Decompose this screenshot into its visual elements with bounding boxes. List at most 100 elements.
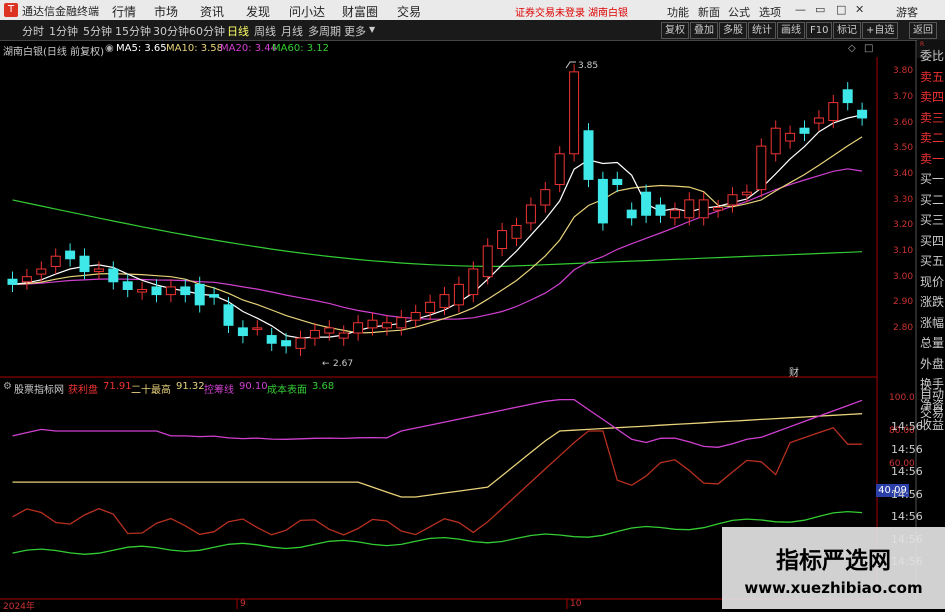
trade-time: 14:56: [891, 420, 923, 433]
candlestick[interactable]: [266, 335, 277, 344]
candlestick[interactable]: [295, 337, 306, 349]
candlestick[interactable]: [425, 301, 436, 314]
indicator-value-kongchouxian: 90.10: [239, 381, 268, 392]
candlestick[interactable]: [439, 294, 450, 308]
candlestick[interactable]: [583, 130, 594, 180]
candlestick[interactable]: [65, 250, 76, 260]
candlestick[interactable]: [597, 178, 608, 224]
candlestick[interactable]: [525, 204, 536, 224]
sidebar-label: 买四: [920, 234, 945, 248]
sidebar-label[interactable]: 交易: [920, 404, 944, 421]
kongchouxian-line: [12, 398, 863, 448]
candlestick[interactable]: [252, 327, 263, 330]
indicator-value-chengben: 3.68: [312, 381, 335, 392]
candlestick[interactable]: [151, 286, 162, 296]
candlestick[interactable]: [50, 255, 61, 267]
price-tick: 3.10: [893, 246, 914, 256]
candlestick[interactable]: [194, 283, 205, 306]
candlestick[interactable]: [237, 327, 248, 337]
indicator-gear-icon[interactable]: ⚙: [3, 381, 12, 392]
trade-time: 14:56: [891, 510, 923, 523]
chart-canvas: 3.85 ← 2.67 财: [0, 40, 917, 609]
candlestick[interactable]: [338, 332, 349, 339]
candlestick[interactable]: [410, 312, 421, 321]
price-tick: 3.70: [893, 92, 914, 102]
candlestick[interactable]: [482, 245, 493, 278]
indicator-label-huolipan: 获利盘: [68, 385, 98, 396]
watermark-banner: 指标严选网 www.xuezhibiao.com: [722, 527, 945, 609]
candlestick[interactable]: [324, 327, 335, 334]
candlestick[interactable]: [353, 322, 364, 334]
candlestick[interactable]: [165, 286, 176, 296]
candlestick[interactable]: [713, 207, 724, 211]
sidebar-label[interactable]: 自动: [920, 385, 944, 402]
sidebar-label: 现价: [920, 275, 945, 289]
candlestick[interactable]: [396, 317, 407, 329]
candlestick[interactable]: [756, 145, 767, 191]
candlestick[interactable]: [93, 268, 104, 273]
watermark-url: www.xuezhibiao.com: [744, 579, 923, 597]
candlestick[interactable]: [309, 329, 320, 339]
candlestick[interactable]: [36, 268, 47, 275]
trade-time: 14:56: [891, 465, 923, 478]
sidebar-label: 总量: [920, 336, 945, 350]
candlestick[interactable]: [108, 268, 119, 283]
candlestick[interactable]: [727, 194, 738, 206]
candlestick[interactable]: [223, 304, 234, 326]
candlestick[interactable]: [79, 255, 90, 273]
candlestick[interactable]: [741, 191, 752, 196]
candlestick[interactable]: [569, 71, 580, 155]
price-tick: 3.30: [893, 195, 914, 205]
candlestick[interactable]: [137, 288, 148, 293]
candlestick[interactable]: [209, 294, 220, 298]
candlestick[interactable]: [281, 340, 292, 347]
sidebar-label: 买五: [920, 254, 945, 268]
candlestick[interactable]: [857, 109, 868, 119]
candlestick[interactable]: [684, 199, 695, 219]
trade-time: 14:56: [891, 487, 923, 501]
sidebar-label: 买三: [920, 213, 945, 227]
low-arrow-icon: ←: [322, 359, 330, 369]
candlestick[interactable]: [554, 153, 565, 186]
ershizuigao-line: [12, 413, 863, 498]
candlestick[interactable]: [122, 281, 133, 290]
price-tick: 3.20: [893, 220, 914, 230]
candlestick[interactable]: [785, 132, 796, 142]
ma-lines: [12, 114, 863, 339]
candlestick[interactable]: [698, 199, 709, 219]
sidebar-label: 外盘: [920, 357, 945, 371]
indicator-label-ershizuigao: 二十最高: [131, 385, 171, 396]
indicator-value-huolipan: 71.91: [103, 381, 132, 392]
price-tick: 3.60: [893, 118, 914, 128]
sidebar-label: 委比: [920, 49, 945, 63]
finance-marker[interactable]: 财: [789, 366, 799, 379]
candlestick[interactable]: [612, 178, 623, 186]
ma60-line: [12, 199, 863, 267]
candlestick[interactable]: [497, 230, 508, 250]
candlestick[interactable]: [511, 224, 522, 239]
candlestick[interactable]: [381, 322, 392, 329]
indicator-value-ershizuigao: 91.32: [176, 381, 205, 392]
sidebar-label: 买一: [920, 172, 945, 186]
candlestick[interactable]: [799, 127, 810, 134]
candlestick[interactable]: [180, 286, 191, 296]
candlestick[interactable]: [468, 268, 479, 296]
candlestick[interactable]: [21, 276, 32, 283]
candlestick[interactable]: [641, 191, 652, 216]
candlestick[interactable]: [813, 117, 824, 124]
candlestick[interactable]: [7, 278, 18, 285]
indicator-name[interactable]: 股票指标网: [14, 381, 64, 396]
candlestick[interactable]: [770, 127, 781, 155]
sidebar-label: 涨幅: [920, 316, 945, 330]
candlestick[interactable]: [828, 102, 839, 122]
sidebar-label: 卖四: [920, 90, 945, 104]
candlestick[interactable]: [626, 209, 637, 219]
candlestick[interactable]: [842, 89, 853, 104]
candlestick[interactable]: [367, 319, 378, 329]
candlestick[interactable]: [540, 189, 551, 206]
candlestick[interactable]: [669, 209, 680, 219]
price-tick: 3.50: [893, 143, 914, 153]
price-tick: 3.40: [893, 169, 914, 179]
candlestick[interactable]: [655, 204, 666, 216]
candlestick[interactable]: [453, 283, 464, 306]
